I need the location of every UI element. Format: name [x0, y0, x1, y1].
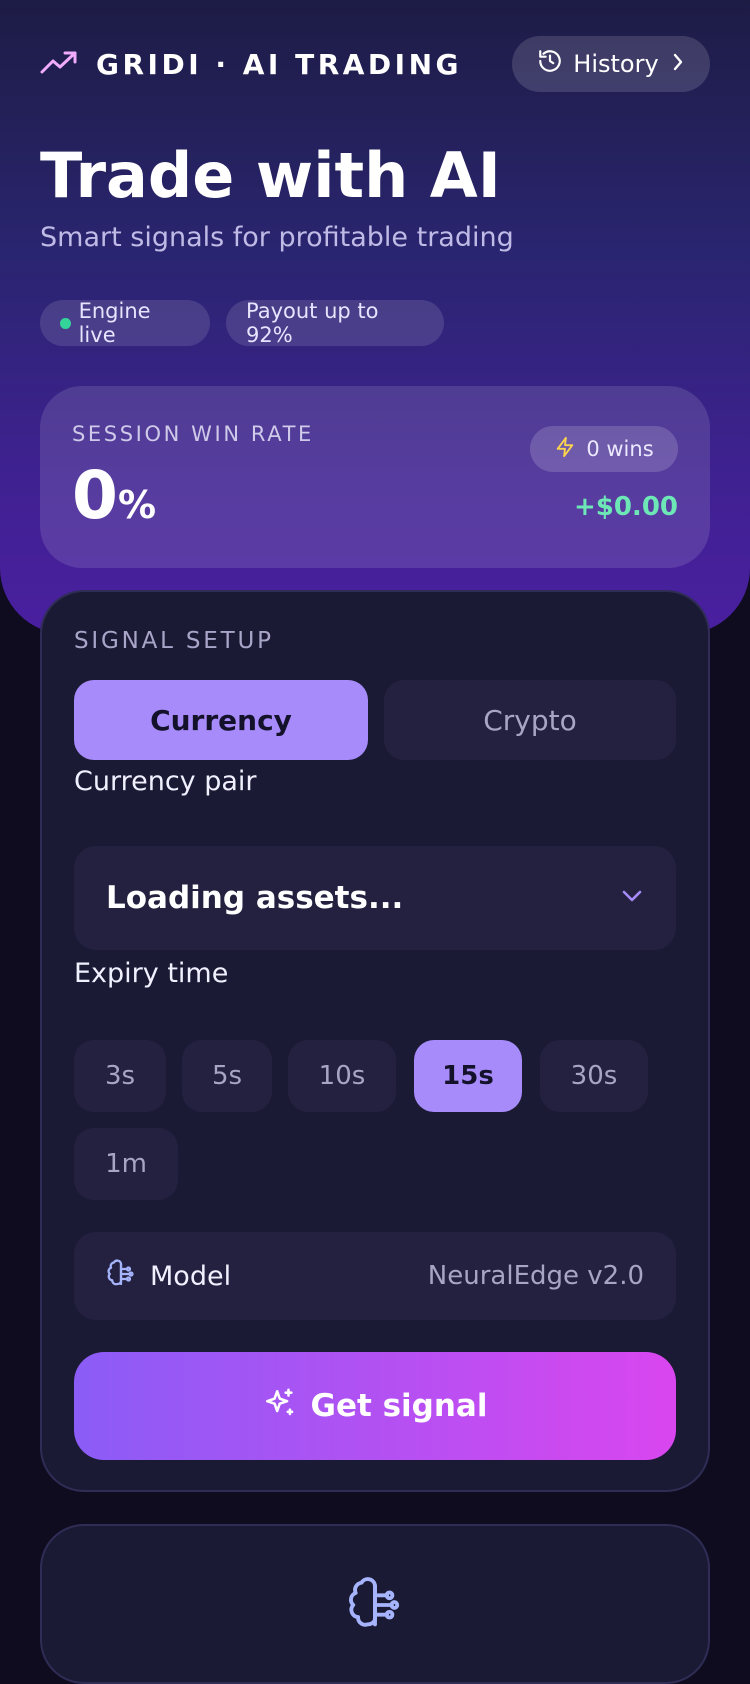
tab-currency[interactable]: Currency: [74, 680, 368, 760]
hero-header: GRIDI · AI TRADING History Trade with AI…: [0, 0, 750, 634]
wins-badge: 0 wins: [530, 426, 678, 472]
win-rate-number: 0: [72, 457, 118, 534]
model-row: Model NeuralEdge v2.0: [74, 1232, 676, 1320]
brain-icon: [106, 1259, 136, 1293]
win-rate-unit: %: [117, 483, 157, 527]
engine-status-pill: Engine live: [40, 299, 210, 347]
brand-name: GRIDI · AI TRADING: [96, 47, 462, 81]
session-stats-card: SESSION WIN RATE 0% 0 wins +$0.00: [40, 386, 710, 568]
engine-status-label: Engine live: [78, 299, 151, 347]
win-rate-label: SESSION WIN RATE: [72, 422, 314, 446]
currency-pair-select[interactable]: Loading assets...: [74, 846, 676, 950]
signal-setup-card: SIGNAL SETUP Currency Crypto Currency pa…: [40, 590, 710, 1492]
currency-pair-label: Currency pair: [74, 766, 257, 797]
page-subtitle: Smart signals for profitable trading: [40, 222, 514, 253]
history-label: History: [573, 50, 659, 78]
get-signal-label: Get signal: [310, 1388, 488, 1424]
model-label: Model: [150, 1260, 232, 1292]
brand: GRIDI · AI TRADING: [40, 46, 462, 82]
chevron-right-icon: [671, 50, 685, 78]
get-signal-button[interactable]: Get signal: [74, 1352, 676, 1460]
expiry-time-label: Expiry time: [74, 958, 229, 989]
status-dot: [60, 317, 71, 329]
expiry-option-15s[interactable]: 15s: [414, 1040, 522, 1112]
expiry-option-5s[interactable]: 5s: [182, 1040, 272, 1112]
wins-count: 0 wins: [586, 437, 654, 461]
history-button[interactable]: History: [512, 36, 710, 92]
chevron-down-icon: [620, 888, 644, 908]
session-profit: +$0.00: [573, 492, 678, 522]
expiry-option-1m[interactable]: 1m: [74, 1128, 178, 1200]
payout-pill: Payout up to 92%: [226, 299, 444, 347]
brain-icon: [346, 1576, 404, 1638]
payout-label: Payout up to 92%: [246, 299, 379, 347]
history-icon: [537, 48, 563, 80]
lightning-icon: [554, 435, 586, 464]
signal-result-card: [40, 1524, 710, 1684]
expiry-option-30s[interactable]: 30s: [540, 1040, 648, 1112]
model-value: NeuralEdge v2.0: [427, 1261, 644, 1291]
trending-up-icon: [40, 50, 78, 78]
signal-setup-label: SIGNAL SETUP: [74, 628, 274, 654]
page-title: Trade with AI: [40, 139, 501, 212]
win-rate-value: 0%: [72, 456, 156, 545]
expiry-option-3s[interactable]: 3s: [74, 1040, 166, 1112]
currency-pair-value: Loading assets...: [106, 880, 404, 916]
sparkle-icon: [263, 1387, 297, 1425]
expiry-option-10s[interactable]: 10s: [288, 1040, 396, 1112]
tab-crypto[interactable]: Crypto: [384, 680, 676, 760]
